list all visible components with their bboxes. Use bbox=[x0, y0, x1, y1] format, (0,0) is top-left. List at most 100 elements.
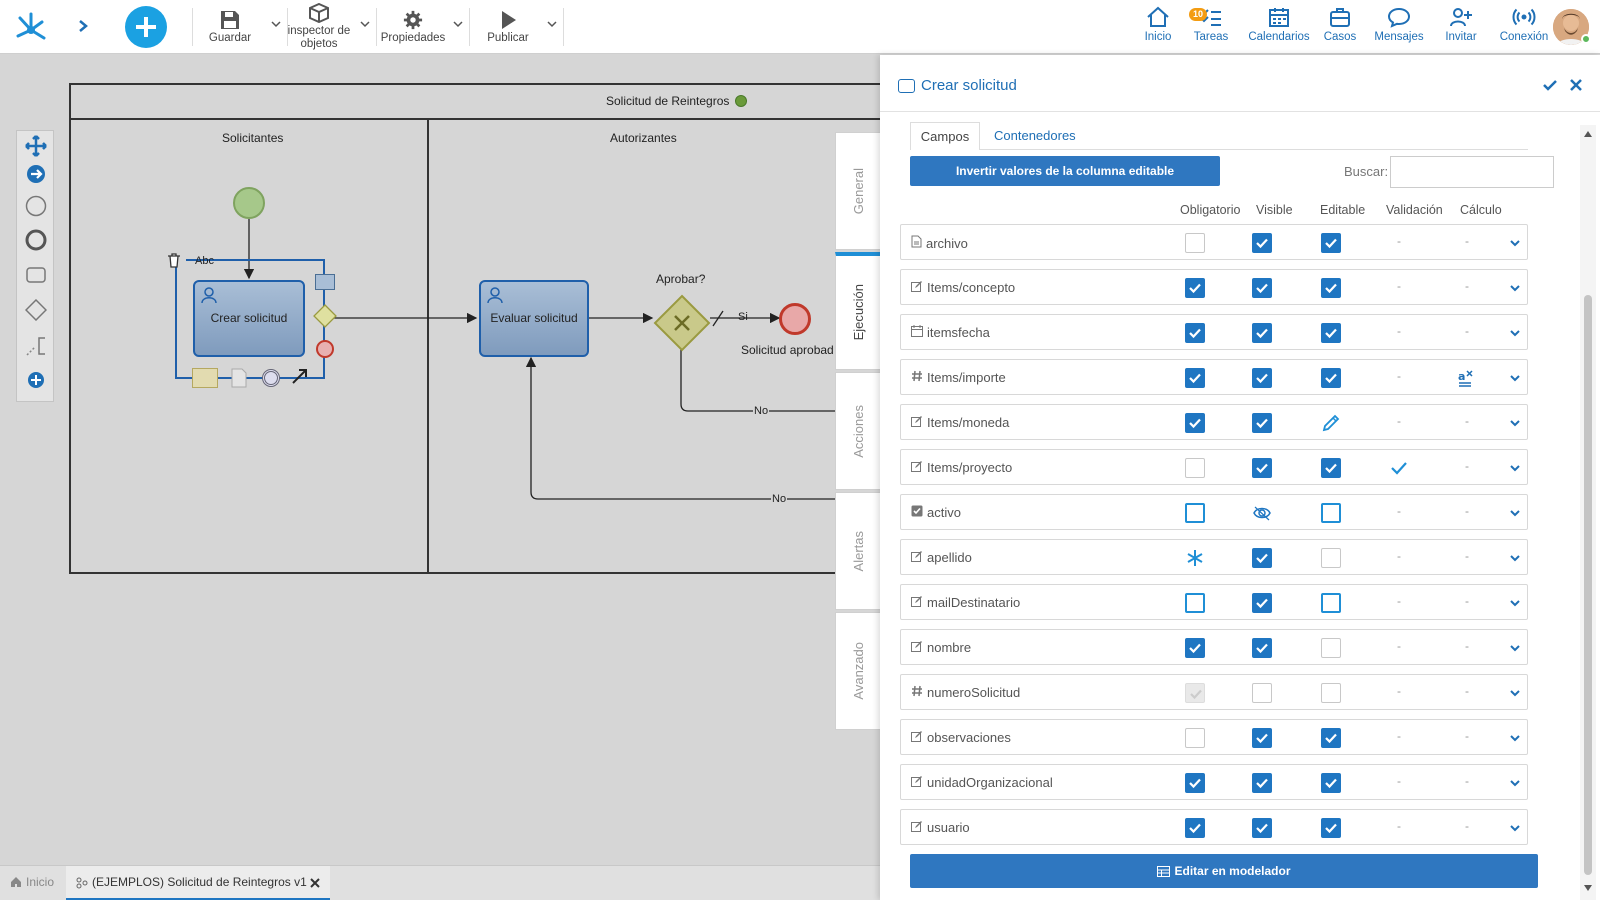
nav-calendars[interactable]: Calendarios bbox=[1247, 6, 1311, 50]
expand-chevron-down-icon[interactable] bbox=[1509, 777, 1521, 789]
nav-invite[interactable]: Invitar bbox=[1441, 6, 1481, 50]
nav-cases[interactable]: Casos bbox=[1320, 6, 1360, 50]
expand-chevron-down-icon[interactable] bbox=[1509, 417, 1521, 429]
visible-cell[interactable] bbox=[1252, 413, 1272, 433]
editable-checkbox-checked[interactable] bbox=[1321, 278, 1341, 298]
obligatorio-checkbox-unchecked[interactable] bbox=[1185, 728, 1205, 748]
scroll-down-icon[interactable] bbox=[1584, 885, 1592, 891]
field-row[interactable]: apellido - - bbox=[900, 539, 1528, 575]
nav-tasks[interactable]: 10 Tareas bbox=[1189, 6, 1231, 50]
expand-chevron-down-icon[interactable] bbox=[1509, 732, 1521, 744]
editable-cell[interactable] bbox=[1321, 278, 1341, 298]
visible-checkbox-checked[interactable] bbox=[1252, 638, 1272, 658]
obligatorio-checkbox-checked[interactable] bbox=[1185, 413, 1205, 433]
obligatorio-checkbox-checked[interactable] bbox=[1185, 323, 1205, 343]
scrollbar-track[interactable] bbox=[1580, 125, 1596, 900]
visible-cell[interactable] bbox=[1252, 638, 1272, 658]
obligatorio-cell[interactable] bbox=[1185, 278, 1205, 298]
field-row[interactable]: Items/proyecto - bbox=[900, 449, 1528, 485]
obligatorio-checkbox-checked[interactable] bbox=[1185, 638, 1205, 658]
editable-checkbox-unchecked[interactable] bbox=[1321, 638, 1341, 658]
obligatorio-cell[interactable] bbox=[1185, 458, 1205, 478]
expand-chevron-down-icon[interactable] bbox=[1509, 687, 1521, 699]
editable-cell[interactable] bbox=[1321, 818, 1341, 838]
field-row[interactable]: usuario - - bbox=[900, 809, 1528, 845]
visible-checkbox-checked[interactable] bbox=[1252, 323, 1272, 343]
subtab-contenedores[interactable]: Contenedores bbox=[994, 122, 1076, 150]
obligatorio-checkbox-checked[interactable] bbox=[1185, 818, 1205, 838]
scrollbar-thumb[interactable] bbox=[1584, 295, 1592, 875]
calculo-cell[interactable]: a bbox=[1457, 368, 1477, 388]
visible-checkbox-checked[interactable] bbox=[1252, 728, 1272, 748]
visible-checkbox-checked[interactable] bbox=[1252, 818, 1272, 838]
field-row[interactable]: mailDestinatario - - bbox=[900, 584, 1528, 620]
editable-checkbox-unchecked[interactable] bbox=[1321, 503, 1341, 523]
field-row[interactable]: archivo - - bbox=[900, 224, 1528, 260]
visible-checkbox-checked[interactable] bbox=[1252, 773, 1272, 793]
editable-checkbox-checked[interactable] bbox=[1321, 368, 1341, 388]
editable-cell[interactable] bbox=[1321, 638, 1341, 658]
visible-cell[interactable] bbox=[1252, 548, 1272, 568]
context-end-event[interactable] bbox=[316, 340, 334, 358]
end-event[interactable] bbox=[779, 303, 811, 335]
visible-cell[interactable] bbox=[1252, 233, 1272, 253]
editable-cell[interactable] bbox=[1321, 593, 1341, 613]
text-annotation-tool[interactable]: Abc bbox=[195, 255, 214, 267]
editable-checkbox-unchecked[interactable] bbox=[1321, 593, 1341, 613]
obligatorio-cell[interactable] bbox=[1185, 413, 1205, 433]
obligatorio-cell[interactable] bbox=[1185, 368, 1205, 388]
visible-cell[interactable] bbox=[1252, 323, 1272, 343]
expand-chevron-down-icon[interactable] bbox=[1509, 282, 1521, 294]
tab-general[interactable]: General bbox=[835, 132, 881, 250]
editable-checkbox-checked[interactable] bbox=[1321, 818, 1341, 838]
obligatorio-cell[interactable] bbox=[1185, 233, 1205, 253]
task-crear-solicitud[interactable]: Crear solicitud bbox=[193, 280, 305, 357]
visible-cell[interactable] bbox=[1252, 458, 1272, 478]
edit-in-modeler-button[interactable]: Editar en modelador bbox=[910, 854, 1538, 888]
invert-editable-button[interactable]: Invertir valores de la columna editable bbox=[910, 156, 1220, 186]
editable-cell[interactable] bbox=[1321, 773, 1341, 793]
editable-checkbox-unchecked[interactable] bbox=[1321, 548, 1341, 568]
editable-pencil-icon[interactable] bbox=[1321, 413, 1341, 436]
visible-cell[interactable] bbox=[1252, 683, 1272, 703]
visible-checkbox-checked[interactable] bbox=[1252, 278, 1272, 298]
visible-checkbox-checked[interactable] bbox=[1252, 458, 1272, 478]
expand-chevron-down-icon[interactable] bbox=[1509, 552, 1521, 564]
visible-cell[interactable] bbox=[1252, 728, 1272, 748]
subtab-campos[interactable]: Campos bbox=[910, 122, 980, 150]
start-event[interactable] bbox=[233, 187, 265, 219]
editable-checkbox-checked[interactable] bbox=[1321, 773, 1341, 793]
editable-cell[interactable] bbox=[1321, 323, 1341, 343]
exclusive-gateway[interactable] bbox=[653, 294, 711, 352]
visible-checkbox-checked[interactable] bbox=[1252, 593, 1272, 613]
expand-chevron-down-icon[interactable] bbox=[1509, 822, 1521, 834]
field-row[interactable]: unidadOrganizacional - - bbox=[900, 764, 1528, 800]
visible-cell[interactable] bbox=[1252, 503, 1272, 523]
context-task-shape[interactable] bbox=[315, 274, 335, 290]
scroll-up-icon[interactable] bbox=[1584, 131, 1592, 137]
search-input[interactable] bbox=[1390, 156, 1554, 188]
tab-alertas[interactable]: Alertas bbox=[835, 492, 881, 610]
visible-cell[interactable] bbox=[1252, 368, 1272, 388]
expand-chevron-down-icon[interactable] bbox=[1509, 237, 1521, 249]
close-tab-icon[interactable] bbox=[310, 878, 320, 888]
editable-checkbox-checked[interactable] bbox=[1321, 728, 1341, 748]
tab-document[interactable]: (EJEMPLOS) Solicitud de Reintegros v1 bbox=[66, 866, 330, 900]
editable-cell[interactable] bbox=[1321, 548, 1341, 568]
visible-cell[interactable] bbox=[1252, 593, 1272, 613]
visible-cell[interactable] bbox=[1252, 278, 1272, 298]
expand-chevron-down-icon[interactable] bbox=[1509, 462, 1521, 474]
obligatorio-checkbox-unchecked[interactable] bbox=[1185, 593, 1205, 613]
obligatorio-cell[interactable] bbox=[1185, 503, 1205, 523]
obligatorio-cell[interactable] bbox=[1185, 728, 1205, 748]
obligatorio-cell[interactable] bbox=[1185, 593, 1205, 613]
field-row[interactable]: nombre - - bbox=[900, 629, 1528, 665]
editable-checkbox-unchecked[interactable] bbox=[1321, 683, 1341, 703]
editable-cell[interactable] bbox=[1321, 458, 1341, 478]
context-intermediate-event[interactable] bbox=[262, 369, 280, 387]
context-connect-arrow-icon[interactable] bbox=[290, 366, 310, 386]
field-row[interactable]: Items/concepto - - bbox=[900, 269, 1528, 305]
obligatorio-cell[interactable] bbox=[1185, 683, 1205, 703]
editable-cell[interactable] bbox=[1321, 683, 1341, 703]
editable-checkbox-checked[interactable] bbox=[1321, 233, 1341, 253]
